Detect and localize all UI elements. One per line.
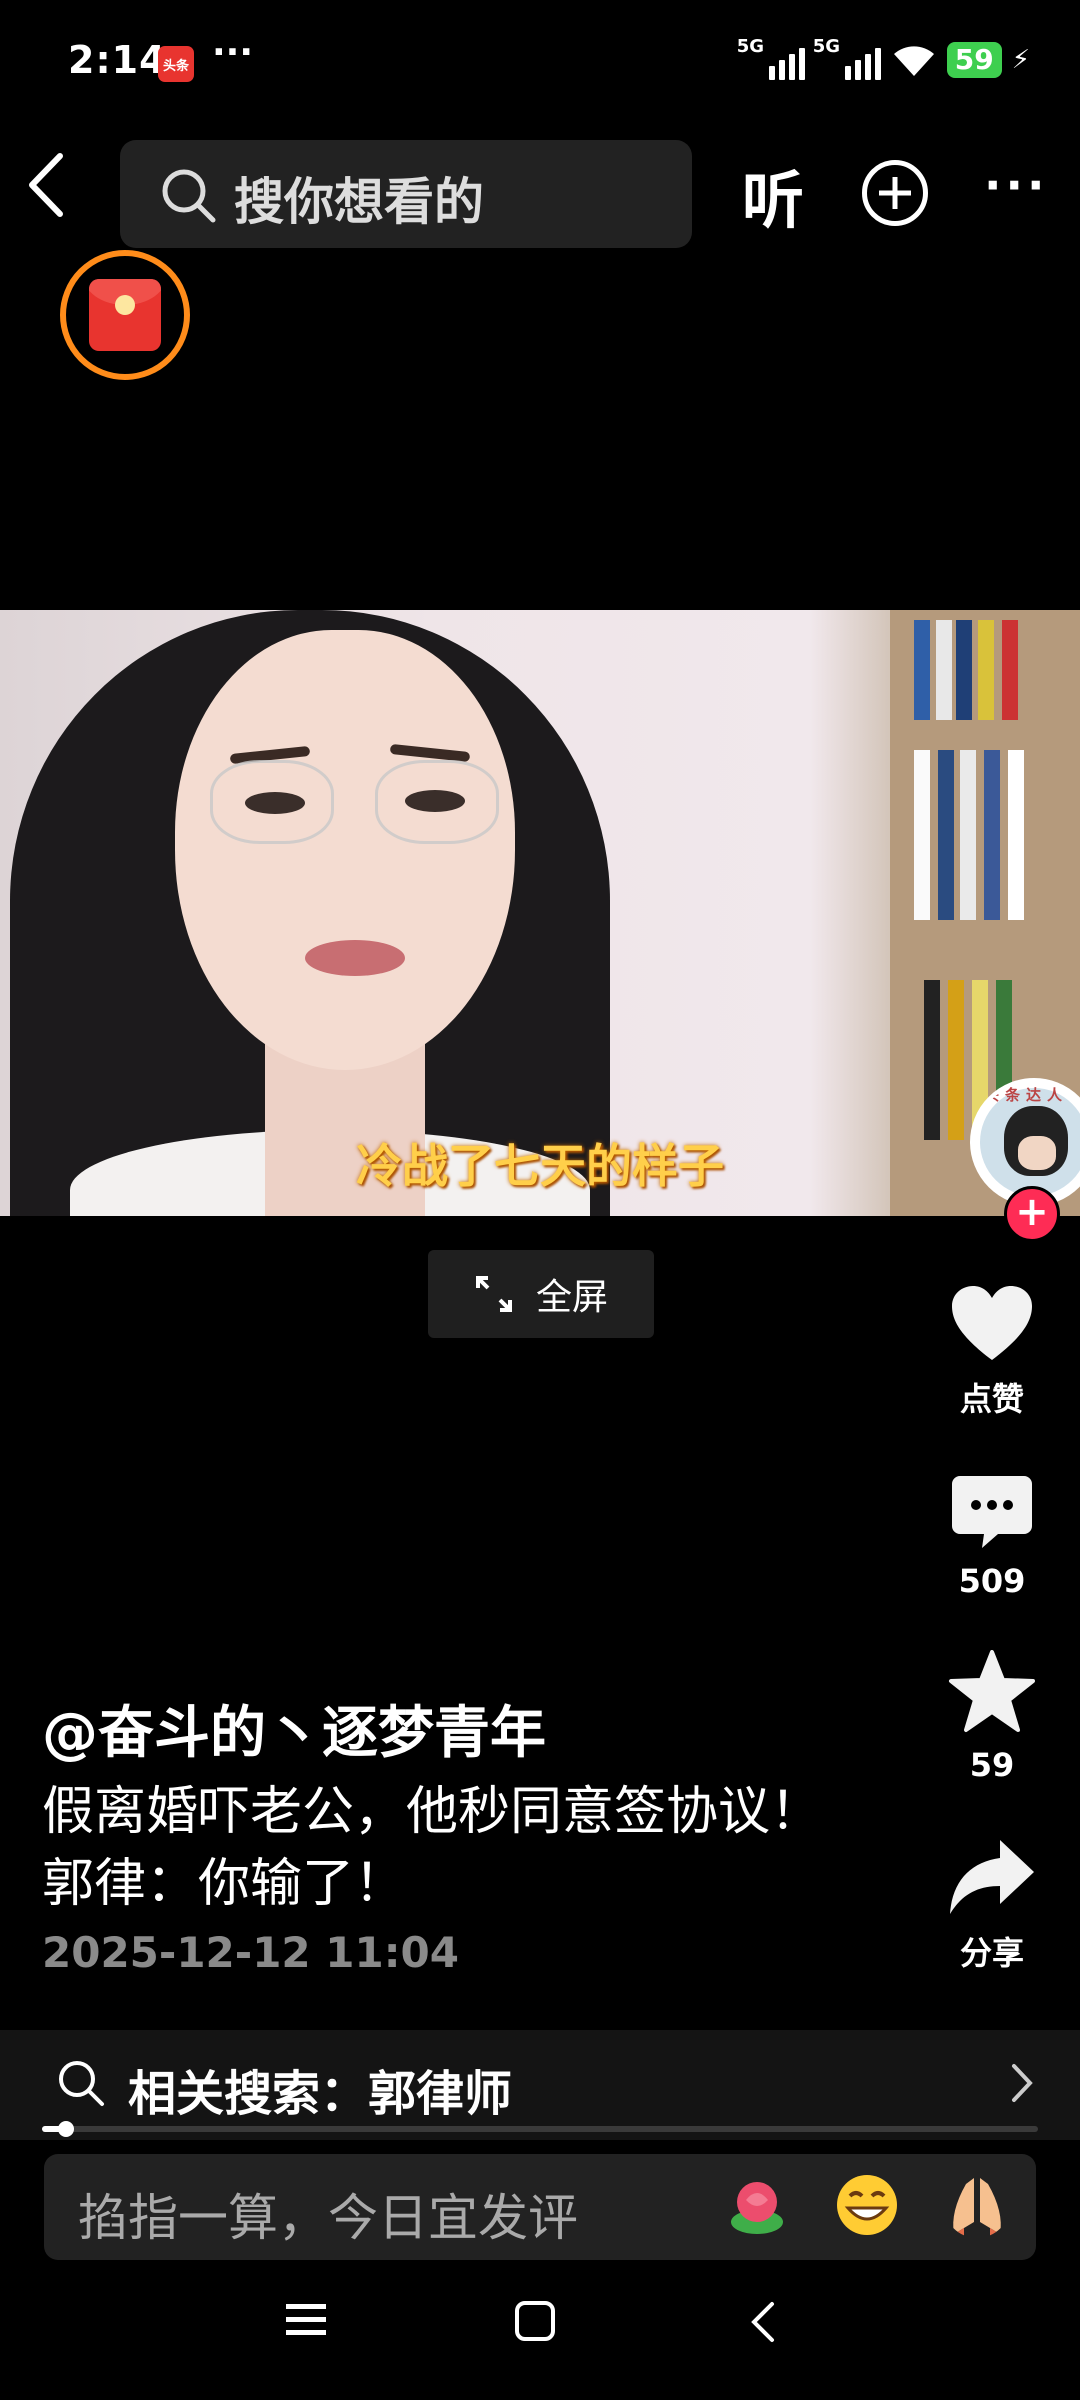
fullscreen-button[interactable]: 全屏 <box>428 1250 654 1338</box>
expand-icon <box>475 1276 512 1312</box>
comment-count: 509 <box>958 1562 1026 1600</box>
video-subtitle: 冷战了七天的样子 <box>356 1139 724 1193</box>
progress-handle[interactable] <box>57 2121 74 2137</box>
follow-button[interactable]: + <box>1004 1186 1060 1242</box>
related-search-bar[interactable]: 相关搜索：郭律师 <box>0 2030 1080 2140</box>
star-icon <box>949 1650 1035 1732</box>
signal-icon-2: 5G <box>813 36 881 80</box>
like-button[interactable]: 点赞 <box>930 1284 1054 1420</box>
status-time: 2:14 <box>68 38 167 82</box>
fullscreen-label: 全屏 <box>535 1277 608 1318</box>
share-arrow-icon <box>950 1840 1034 1914</box>
video-progress-bar[interactable] <box>42 2121 1038 2137</box>
description-line-1: 假离婚吓老公，他秒同意签协议！ <box>42 1782 823 1842</box>
network-type-label-2: 5G <box>812 36 841 57</box>
video-description: 假离婚吓老公，他秒同意签协议！ 郭律：你输了！ <box>42 1776 862 1920</box>
red-envelope-icon <box>89 279 161 351</box>
description-line-2: 郭律：你输了！ <box>42 1854 407 1914</box>
search-icon <box>162 169 216 223</box>
search-placeholder: 搜你想看的 <box>234 173 484 231</box>
toutiao-app-icon: 头条 <box>158 46 194 82</box>
signal-icon: 5G <box>737 36 805 80</box>
status-indicators: 5G 5G 59 ⚡ <box>737 36 1030 80</box>
comment-input[interactable]: 掐指一算，今日宜发评 <box>44 2154 1036 2260</box>
red-packet-button[interactable] <box>60 250 190 380</box>
like-label: 点赞 <box>959 1380 1024 1418</box>
chevron-right-icon <box>1012 2064 1033 2102</box>
listen-button[interactable]: 听 <box>742 150 804 240</box>
add-button[interactable] <box>862 160 928 226</box>
person-face <box>175 630 515 1070</box>
avatar-badge-text: 头条达人 <box>984 1086 1069 1104</box>
battery-level: 59 <box>946 42 1002 78</box>
network-type-label: 5G <box>736 36 765 57</box>
video-player[interactable]: 冷战了七天的样子 <box>0 610 1080 1216</box>
comment-placeholder: 掐指一算，今日宜发评 <box>78 2189 578 2247</box>
more-options-button[interactable]: ··· <box>984 158 1048 212</box>
author-name[interactable]: @奋斗的丶逐梦青年 <box>42 1688 546 1769</box>
menu-icon[interactable] <box>284 2300 328 2340</box>
pray-emoji-icon[interactable] <box>944 2172 1010 2238</box>
grin-emoji-icon[interactable] <box>834 2172 900 2238</box>
comment-icon <box>952 1476 1032 1548</box>
wifi-icon <box>893 46 934 76</box>
search-input[interactable]: 搜你想看的 <box>120 140 692 248</box>
favorite-button[interactable]: 59 <box>930 1650 1054 1784</box>
related-search-text: 相关搜索：郭律师 <box>128 2066 513 2122</box>
favorite-count: 59 <box>969 1746 1015 1784</box>
share-label: 分享 <box>959 1934 1024 1972</box>
charging-icon: ⚡ <box>1011 45 1030 75</box>
rose-emoji-icon[interactable] <box>724 2172 790 2238</box>
notification-more-icon: ··· <box>212 32 254 73</box>
heart-icon <box>952 1286 1032 1360</box>
search-icon <box>59 2061 104 2106</box>
back-button[interactable] <box>22 150 86 240</box>
back-nav-icon[interactable] <box>748 2300 778 2344</box>
comment-button[interactable]: 509 <box>930 1474 1054 1600</box>
post-date: 2025-12-12 11:04 <box>42 1928 459 1977</box>
chevron-left-icon <box>29 153 63 217</box>
share-button[interactable]: 分享 <box>930 1836 1054 1974</box>
glasses <box>210 760 334 844</box>
home-square-icon[interactable] <box>514 2300 556 2342</box>
